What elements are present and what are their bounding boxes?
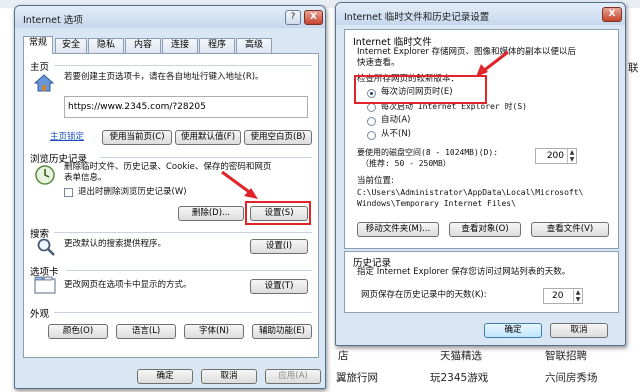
arrow-to-check-newer <box>476 50 509 77</box>
annotation-arrows <box>221 50 509 199</box>
tab-general[interactable]: 常规 <box>23 36 53 54</box>
arrow-to-settings-button <box>221 170 258 199</box>
